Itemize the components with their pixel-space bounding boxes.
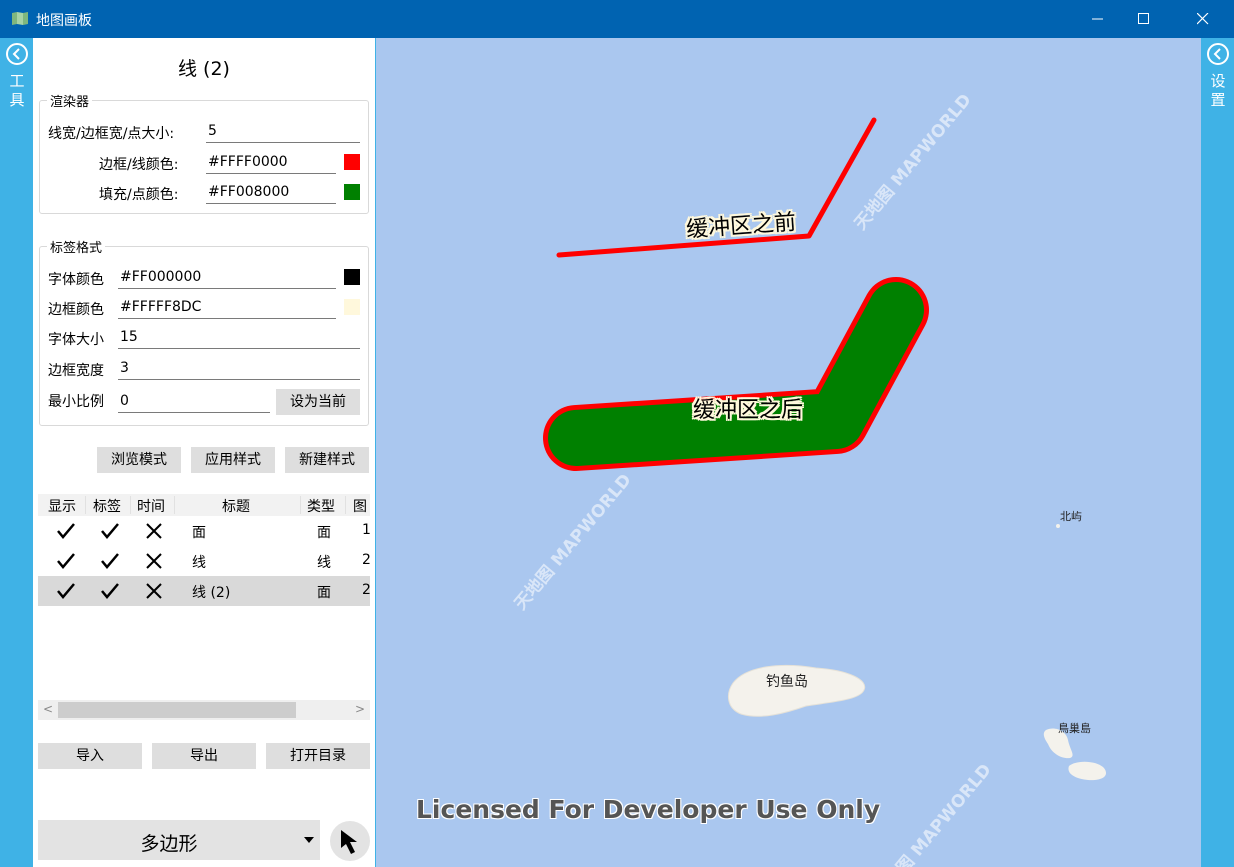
beiyu-islet-shape (1056, 524, 1060, 528)
new-style-button[interactable]: 新建样式 (285, 447, 369, 473)
renderer-group: 渲染器 线宽/边框宽/点大小: 5 边框/线颜色: #FFFF0000 填充/点… (39, 91, 369, 214)
table-row[interactable]: 线 线 2 (38, 546, 370, 576)
minimize-icon (1092, 18, 1103, 20)
cross-icon[interactable] (146, 583, 162, 599)
table-header: 显示 标签 时间 标题 类型 图 (38, 494, 370, 516)
width-input[interactable]: 5 (206, 120, 360, 143)
row-count: 2 (362, 582, 370, 598)
font-size-label: 字体大小 (48, 332, 104, 348)
checkmark-icon[interactable] (57, 553, 75, 569)
label-format-legend: 标签格式 (47, 237, 106, 256)
niaochao-label: 鳥巢島 (1058, 722, 1091, 735)
scroll-left-icon[interactable]: < (43, 702, 53, 716)
layer-title: 线 (2) (178, 58, 230, 80)
col-title[interactable]: 标题 (222, 496, 250, 516)
label-format-group: 标签格式 字体颜色 #FF000000 边框颜色 #FFFFF8DC 字体大小 … (39, 237, 369, 426)
maximize-button[interactable] (1121, 0, 1167, 38)
tools-rail-label: 工具 (9, 72, 25, 109)
font-color-swatch[interactable] (344, 269, 360, 285)
row-type: 面 (317, 525, 331, 541)
border-width-label: 边框宽度 (48, 363, 104, 379)
row-title: 线 (192, 555, 206, 571)
map-view[interactable]: 天地图 MAPWORLD 天地图 MAPWORLD 天地图 MAPWORLD 缓… (376, 38, 1201, 867)
tool-panel: 线 (2) 渲染器 线宽/边框宽/点大小: 5 边框/线颜色: #FFFF000… (33, 38, 376, 867)
diaoyu-island-label: 钓鱼岛 (766, 674, 808, 690)
chevron-left-circle-icon[interactable] (6, 43, 28, 65)
font-color-label: 字体颜色 (48, 272, 104, 288)
col-label[interactable]: 标签 (93, 496, 121, 516)
fill-color-swatch[interactable] (344, 184, 360, 200)
cross-icon[interactable] (146, 523, 162, 539)
row-count: 2 (362, 552, 370, 568)
close-icon (1197, 13, 1209, 25)
draw-mode-select[interactable]: 多边形 (38, 820, 320, 860)
col-count[interactable]: 图 (353, 496, 367, 516)
row-type: 面 (317, 585, 331, 601)
label-border-color-swatch[interactable] (344, 299, 360, 315)
checkmark-icon[interactable] (57, 583, 75, 599)
apply-style-button[interactable]: 应用样式 (191, 447, 275, 473)
label-border-color-input[interactable]: #FFFFF8DC (118, 296, 336, 319)
col-type[interactable]: 类型 (307, 496, 335, 516)
islet-shape (1068, 761, 1107, 781)
border-color-swatch[interactable] (344, 154, 360, 170)
checkmark-icon[interactable] (101, 553, 119, 569)
row-type: 线 (317, 555, 331, 571)
minimize-button[interactable] (1075, 0, 1121, 38)
checkmark-icon[interactable] (57, 523, 75, 539)
font-color-input[interactable]: #FF000000 (118, 266, 336, 289)
layer-table: 显示 标签 时间 标题 类型 图 面面1线线2线 (2) 面 2 (38, 494, 370, 708)
open-directory-button[interactable]: 打开目录 (266, 743, 370, 769)
maximize-icon (1138, 13, 1149, 24)
settings-rail[interactable]: 设置 (1201, 38, 1234, 867)
chevron-down-icon (304, 837, 314, 843)
width-label: 线宽/边框宽/点大小: (48, 126, 175, 142)
map-icon (12, 12, 28, 25)
window-title: 地图画板 (36, 13, 92, 29)
fill-color-label: 填充/点颜色: (99, 187, 179, 203)
cross-icon[interactable] (146, 553, 162, 569)
checkmark-icon[interactable] (101, 523, 119, 539)
table-row[interactable]: 线 (2) 面 2 (38, 576, 370, 606)
min-scale-input[interactable]: 0 (118, 390, 270, 413)
checkmark-icon[interactable] (101, 583, 119, 599)
border-color-label: 边框/线颜色: (99, 157, 179, 173)
export-button[interactable]: 导出 (152, 743, 256, 769)
fill-color-input[interactable]: #FF008000 (206, 181, 336, 204)
font-size-input[interactable]: 15 (118, 326, 360, 349)
table-row[interactable]: 面 面 1 (38, 516, 370, 546)
table-scrollbar[interactable]: < > (38, 700, 370, 720)
tools-rail[interactable]: 工具 (0, 38, 33, 867)
col-time[interactable]: 时间 (137, 496, 165, 516)
label-border-color-label: 边框颜色 (48, 302, 104, 318)
map-canvas[interactable] (376, 38, 1201, 867)
row-title: 线 (2) (192, 585, 231, 601)
scroll-thumb[interactable] (58, 702, 296, 718)
set-current-button[interactable]: 设为当前 (276, 389, 360, 415)
close-button[interactable] (1180, 0, 1226, 38)
row-title: 面 (192, 525, 206, 541)
col-show[interactable]: 显示 (48, 496, 76, 516)
draw-mode-value: 多边形 (140, 833, 198, 855)
select-tool-button[interactable] (330, 821, 370, 861)
border-color-input[interactable]: #FFFF0000 (206, 151, 336, 174)
row-count: 1 (362, 522, 370, 538)
cursor-arrow-icon (341, 830, 357, 854)
license-text: Licensed For Developer Use Only (416, 795, 881, 824)
beiyu-label: 北屿 (1060, 510, 1082, 523)
renderer-legend: 渲染器 (47, 91, 93, 110)
scroll-right-icon[interactable]: > (355, 702, 365, 716)
border-width-input[interactable]: 3 (118, 357, 360, 380)
browse-mode-button[interactable]: 浏览模式 (97, 447, 181, 473)
title-bar: 地图画板 (0, 0, 1234, 38)
after-buffer-label: 缓冲区之后 (693, 398, 804, 423)
import-button[interactable]: 导入 (38, 743, 142, 769)
min-scale-label: 最小比例 (48, 394, 104, 410)
settings-rail-label: 设置 (1210, 72, 1226, 109)
chevron-left-circle-icon[interactable] (1207, 43, 1229, 65)
